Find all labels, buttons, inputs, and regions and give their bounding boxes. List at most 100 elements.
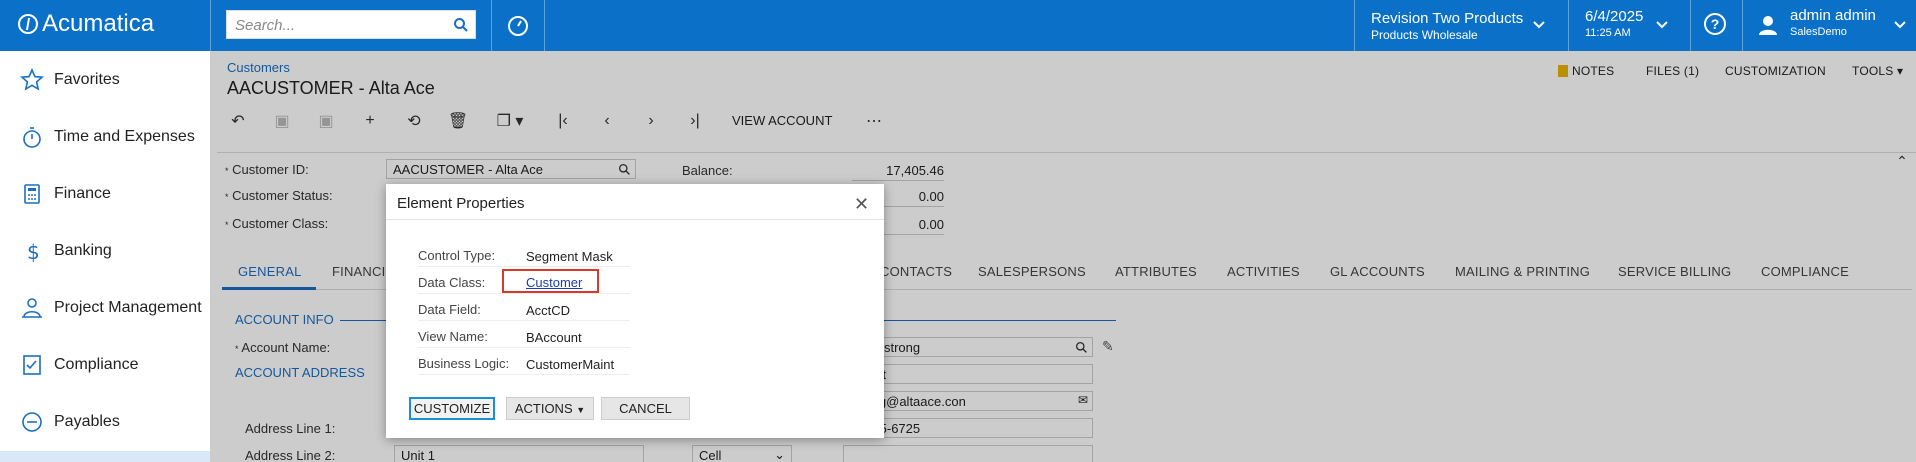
chevron-down-icon[interactable] [1893, 18, 1907, 32]
data-field-value: AcctCD [526, 303, 571, 318]
undo-icon[interactable]: ↶ [226, 110, 250, 132]
data-field-label: Data Field: [418, 302, 481, 317]
sidebar-item-favorites[interactable]: Favorites [0, 60, 210, 100]
logo-icon [18, 14, 38, 34]
first-record-icon[interactable]: |‹ [551, 110, 575, 132]
edit-icon[interactable]: ✎ [1102, 338, 1114, 355]
breadcrumb[interactable]: Customers [227, 60, 290, 75]
tab-activities[interactable]: ACTIVITIES [1227, 264, 1300, 279]
dialog-title: Element Properties [397, 195, 525, 212]
minus-circle-icon [22, 412, 42, 432]
tab-general[interactable]: GENERAL [238, 264, 302, 279]
highlight-box [502, 269, 599, 293]
copy-paste-icon[interactable]: ❐ ▾ [490, 110, 530, 132]
company-name: Revision Two Products [1371, 10, 1524, 27]
history-button[interactable] [506, 14, 530, 41]
view-account-button[interactable]: VIEW ACCOUNT [732, 113, 832, 128]
customization-button[interactable]: CUSTOMIZATION [1725, 64, 1826, 78]
chevron-down-icon: ⌄ [774, 447, 785, 462]
chevron-down-icon[interactable] [1655, 18, 1669, 32]
save-close-icon[interactable]: ▣ [270, 110, 294, 132]
business-logic-value: CustomerMaint [526, 357, 615, 372]
tab-service-billing[interactable]: SERVICE BILLING [1618, 264, 1731, 279]
last-record-icon[interactable]: ›| [683, 110, 707, 132]
close-icon[interactable]: ✕ [854, 194, 869, 215]
notes-button[interactable]: NOTES [1558, 64, 1614, 78]
customer-status-label: * Customer Status: [225, 188, 333, 203]
tab-compliance[interactable]: COMPLIANCE [1761, 264, 1849, 279]
sidebar-item-label: Time and Expenses [54, 128, 195, 145]
dialog-divider [386, 219, 884, 220]
history-icon [508, 16, 528, 36]
previous-record-icon[interactable]: ‹ [595, 110, 619, 132]
sidebar-item-label: Finance [54, 185, 111, 202]
mail-icon[interactable]: ✉ [1078, 393, 1088, 407]
svg-text:$: $ [27, 240, 40, 263]
divider [210, 0, 211, 51]
add-icon[interactable]: + [358, 110, 382, 132]
address-line-2-field[interactable]: Unit 1 [394, 445, 644, 462]
help-icon[interactable]: ? [1704, 13, 1726, 35]
save-icon[interactable]: ▣ [314, 110, 338, 132]
tab-gl-accounts[interactable]: GL ACCOUNTS [1330, 264, 1425, 279]
account-address-heading: ACCOUNT ADDRESS [235, 365, 365, 380]
note-icon [1558, 65, 1568, 77]
tab-contacts[interactable]: CONTACTS [880, 264, 952, 279]
top-bar: Acumatica Search... Revision Two Product… [0, 0, 1916, 51]
tools-button[interactable]: TOOLS ▾ [1852, 64, 1903, 78]
sidebar-item-selected[interactable] [0, 451, 210, 462]
active-tab-indicator [222, 287, 316, 290]
caret-down-icon: ▼ [576, 405, 586, 415]
tab-financial[interactable]: FINANCI [332, 264, 385, 279]
stopwatch-icon [23, 127, 41, 148]
sidebar-item-finance[interactable]: Finance [0, 174, 210, 214]
customer-id-field[interactable]: AACUSTOMER - Alta Ace [386, 159, 636, 179]
time-value: 11:25 AM [1585, 27, 1631, 39]
company-selector[interactable]: Revision Two Products Products Wholesale [1371, 10, 1523, 42]
more-icon[interactable]: ⋯ [862, 110, 886, 132]
business-logic-label: Business Logic: [418, 356, 510, 371]
phone-type-select[interactable]: Cell ⌄ [692, 445, 792, 462]
delete-icon[interactable]: 🗑 [446, 110, 470, 132]
customize-button[interactable]: CUSTOMIZE [409, 397, 495, 420]
cancel-button[interactable]: CANCEL [601, 397, 690, 420]
chevron-down-icon[interactable] [1532, 18, 1546, 32]
account-name-label: * Account Name: [235, 340, 331, 355]
calculator-icon [24, 184, 40, 204]
acumatica-logo[interactable]: Acumatica [18, 10, 154, 38]
search-icon[interactable] [618, 163, 631, 176]
sidebar-item-compliance[interactable]: Compliance [0, 345, 210, 385]
refresh-icon[interactable]: ⟲ [402, 110, 426, 132]
business-date[interactable]: 6/4/2025 11:25 AM [1585, 8, 1643, 39]
user-name: admin admin [1790, 7, 1876, 24]
control-type-label: Control Type: [418, 248, 496, 263]
customer-class-label: * Customer Class: [225, 216, 329, 231]
sidebar-item-project-management[interactable]: Project Management [0, 288, 210, 328]
search-input[interactable]: Search... [226, 10, 476, 39]
collapse-icon[interactable]: ⌃ [1890, 150, 1914, 172]
user-menu[interactable]: admin admin SalesDemo [1790, 7, 1876, 38]
user-icon[interactable] [1757, 14, 1779, 36]
control-type-value: Segment Mask [526, 249, 613, 264]
phone-2-field[interactable] [843, 445, 1093, 462]
next-record-icon[interactable]: › [639, 110, 663, 132]
sidebar-item-time-and-expenses[interactable]: Time and Expenses [0, 117, 210, 157]
brand-name: Acumatica [42, 10, 155, 37]
customer-id-value: AACUSTOMER - Alta Ace [393, 162, 544, 177]
page-title: AACUSTOMER - Alta Ace [227, 78, 435, 98]
sidebar-item-label: Project Management [54, 299, 202, 316]
divider [491, 0, 492, 51]
divider [544, 0, 545, 51]
tab-attributes[interactable]: ATTRIBUTES [1115, 264, 1197, 279]
customer-id-label: * Customer ID: [225, 162, 309, 177]
tab-mailing-printing[interactable]: MAILING & PRINTING [1455, 264, 1590, 279]
sidebar-item-banking[interactable]: $ Banking [0, 231, 210, 271]
sidebar-item-payables[interactable]: Payables [0, 402, 210, 442]
actions-button[interactable]: ACTIONS ▼ [506, 397, 594, 420]
balance-label: Balance: [682, 163, 733, 178]
tab-salespersons[interactable]: SALESPERSONS [978, 264, 1086, 279]
search-icon[interactable] [1075, 341, 1088, 354]
files-button[interactable]: FILES (1) [1646, 64, 1699, 78]
search-icon[interactable] [453, 17, 469, 33]
checklist-icon [23, 355, 41, 375]
